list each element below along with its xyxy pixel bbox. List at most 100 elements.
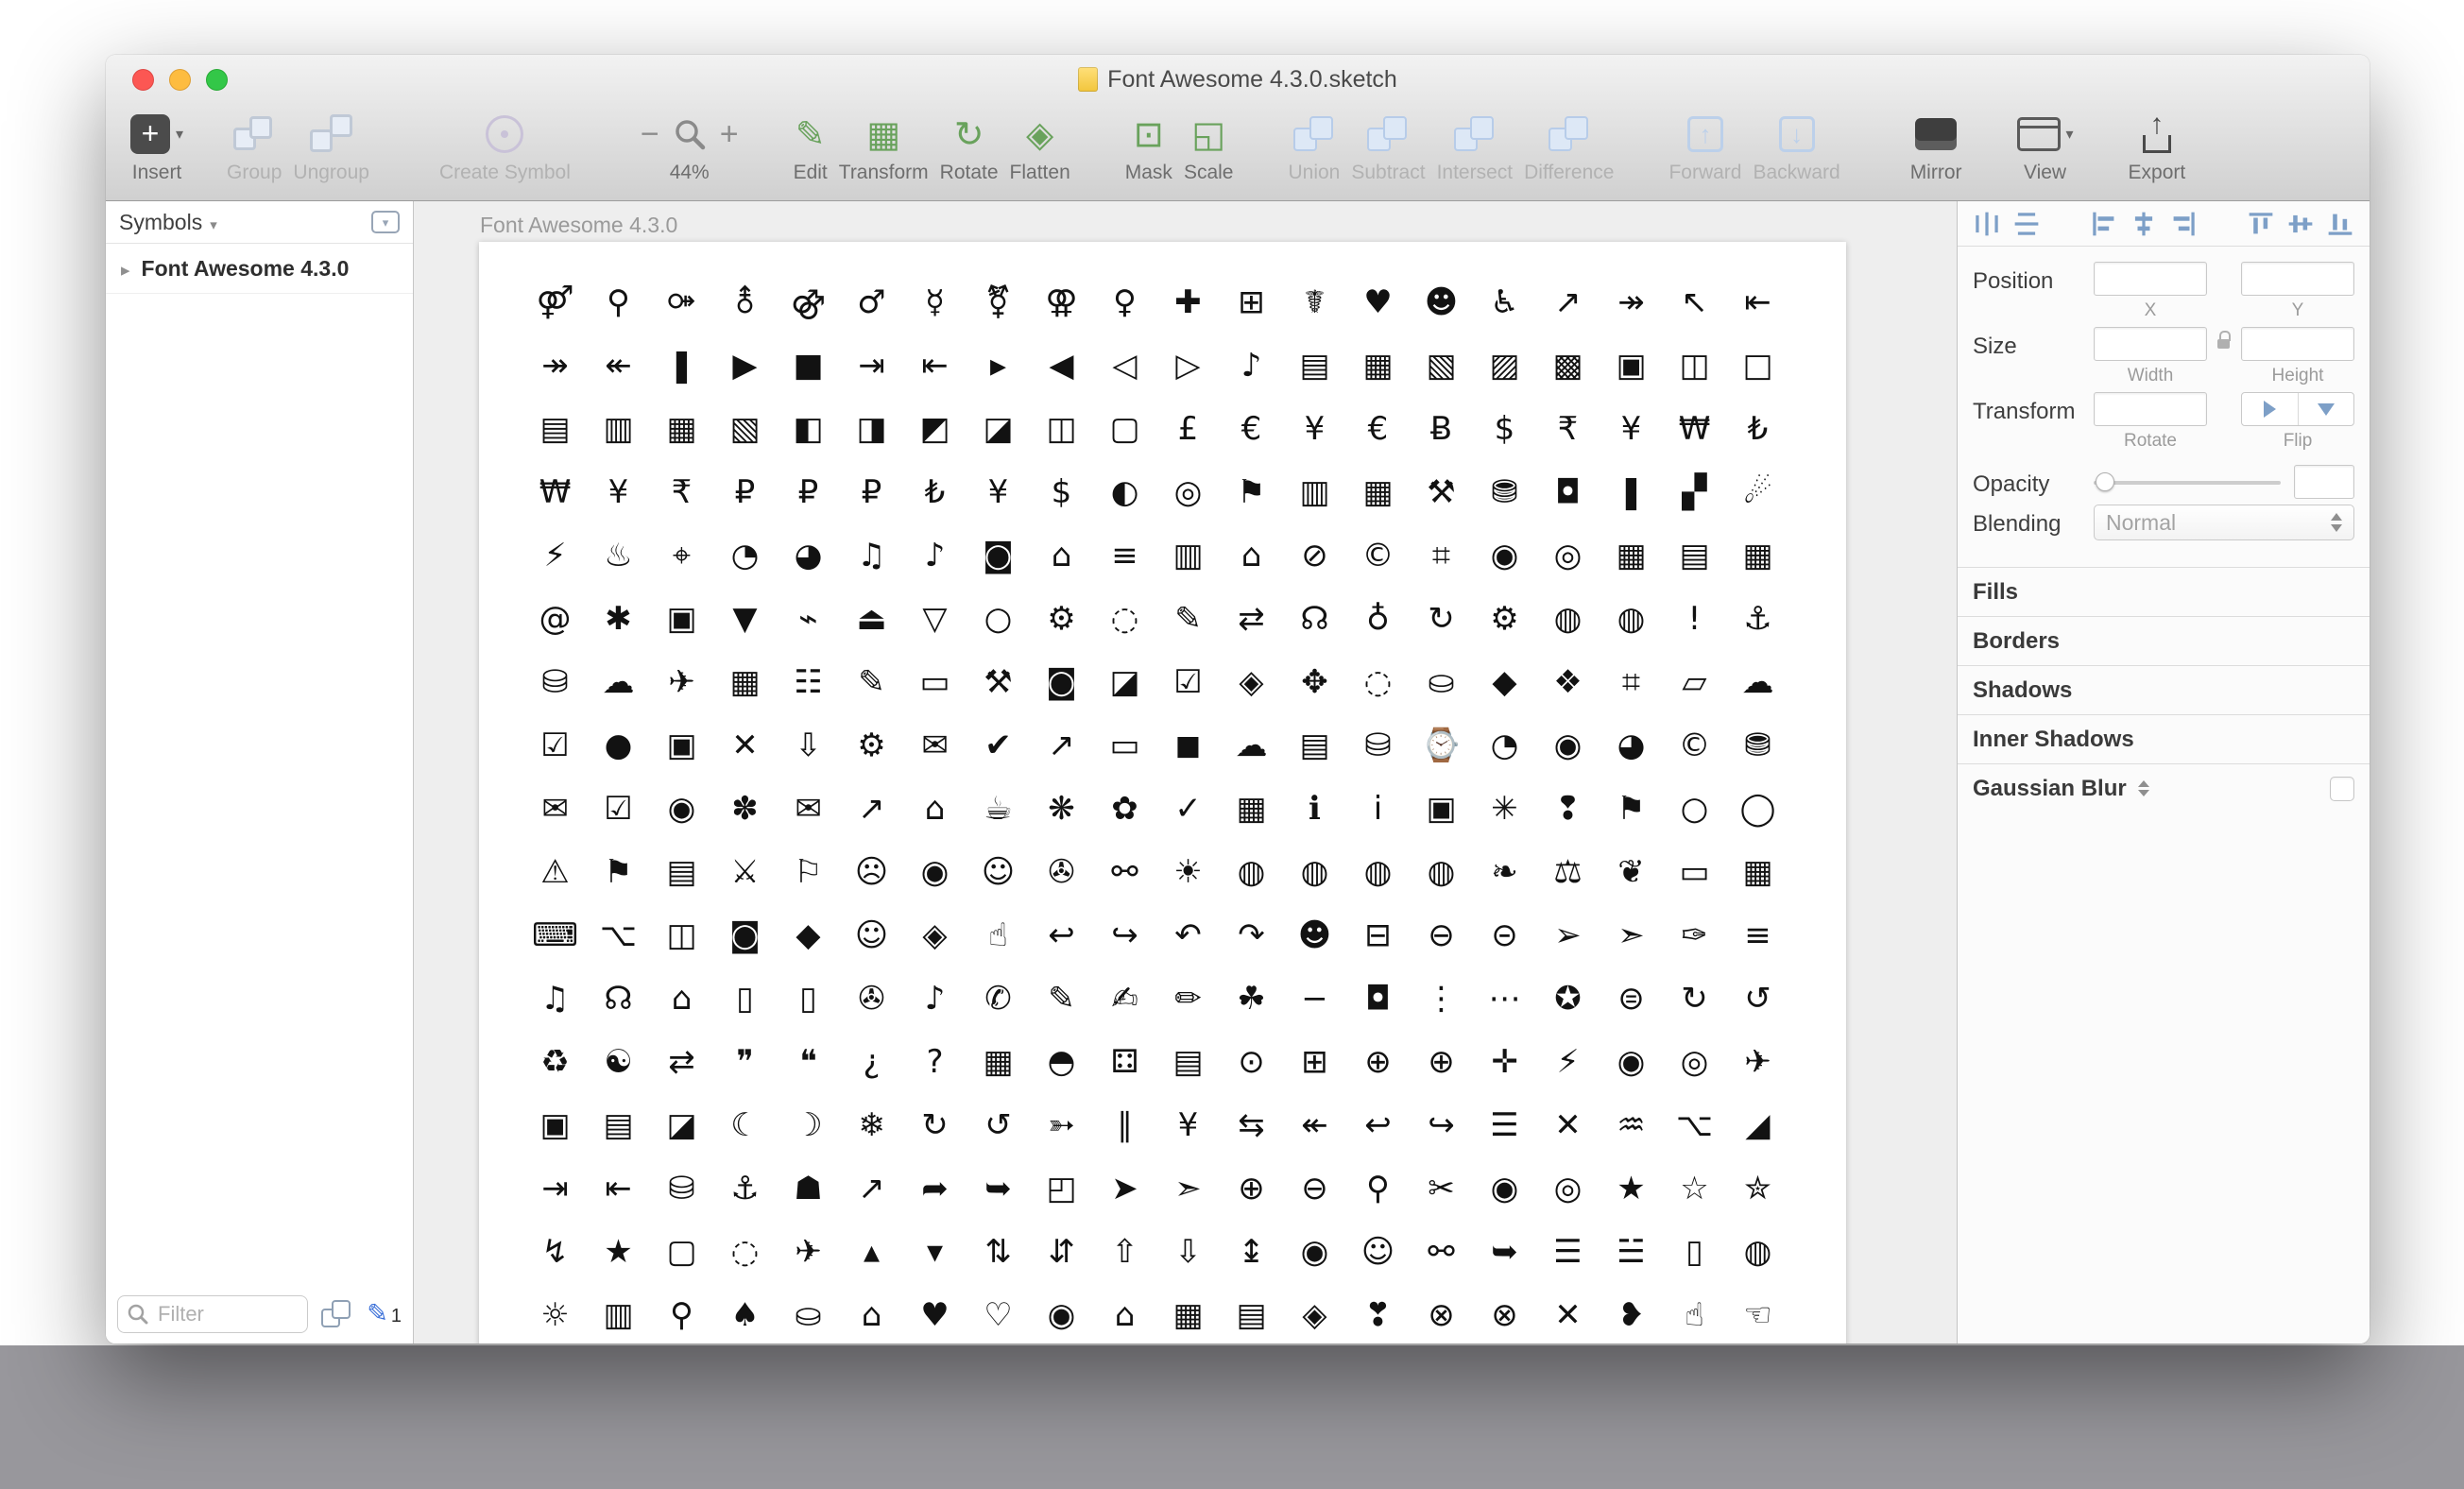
fa-icon[interactable]: ⚃ bbox=[1093, 1030, 1156, 1093]
fa-icon[interactable]: ◓ bbox=[1030, 1030, 1093, 1093]
fa-icon[interactable]: ⚯ bbox=[1410, 1220, 1473, 1283]
fa-icon[interactable]: ▥ bbox=[587, 397, 650, 460]
fa-icon[interactable]: ▣ bbox=[523, 1093, 587, 1156]
fa-icon[interactable]: ↩ bbox=[1346, 1093, 1410, 1156]
fa-icon[interactable]: ✎ bbox=[1030, 967, 1093, 1030]
fa-icon[interactable]: ◔ bbox=[713, 523, 777, 587]
fa-icon[interactable]: ◍ bbox=[1726, 1220, 1789, 1283]
fa-icon[interactable]: ♫ bbox=[523, 967, 587, 1030]
fa-icon[interactable]: ₺ bbox=[1726, 397, 1789, 460]
fa-icon[interactable]: ◪ bbox=[1093, 650, 1156, 713]
fa-icon[interactable]: ⋯ bbox=[1473, 967, 1536, 1030]
fa-icon[interactable]: ◙ bbox=[1030, 650, 1093, 713]
fa-icon[interactable]: ⌂ bbox=[903, 777, 967, 840]
fa-icon[interactable]: ◧ bbox=[777, 397, 840, 460]
lock-icon[interactable] bbox=[2217, 331, 2231, 351]
fa-icon[interactable]: © bbox=[1346, 523, 1410, 587]
fa-icon[interactable]: ⛀ bbox=[1410, 650, 1473, 713]
fa-icon[interactable]: ⚩ bbox=[650, 270, 713, 334]
fa-icon[interactable]: ◎ bbox=[1536, 1156, 1600, 1220]
fa-icon[interactable]: ⇥ bbox=[840, 334, 903, 397]
fa-icon[interactable]: ⌂ bbox=[650, 967, 713, 1030]
fa-icon[interactable]: ⚑ bbox=[1220, 460, 1283, 523]
fa-icon[interactable]: ✱ bbox=[587, 587, 650, 650]
fa-icon[interactable]: ⚣ bbox=[777, 270, 840, 334]
fa-icon[interactable]: ⇵ bbox=[1030, 1220, 1093, 1283]
toolbar-edit[interactable]: Edit bbox=[794, 108, 828, 182]
sidebar-item-font-awesome[interactable]: Font Awesome 4.3.0 bbox=[106, 244, 413, 294]
fa-icon[interactable]: € bbox=[1346, 397, 1410, 460]
fa-icon[interactable]: ☆ bbox=[1663, 1156, 1726, 1220]
fa-icon[interactable]: ☿ bbox=[903, 270, 967, 334]
fa-icon[interactable]: ▦ bbox=[1726, 523, 1789, 587]
minimize-button[interactable] bbox=[169, 69, 191, 91]
fa-icon[interactable]: ◎ bbox=[1156, 460, 1220, 523]
fa-icon[interactable]: ⇄ bbox=[650, 1030, 713, 1093]
fa-icon[interactable]: ☊ bbox=[1283, 587, 1346, 650]
fa-icon[interactable]: ☯ bbox=[587, 1030, 650, 1093]
fa-icon[interactable]: ↻ bbox=[1663, 967, 1726, 1030]
fa-icon[interactable]: ➣ bbox=[1600, 903, 1663, 967]
toolbar-insert[interactable]: Insert bbox=[130, 108, 183, 182]
fa-icon[interactable]: £ bbox=[1156, 397, 1220, 460]
fa-icon[interactable]: ▣ bbox=[650, 713, 713, 777]
fa-icon[interactable]: ✇ bbox=[1030, 840, 1093, 903]
fa-icon[interactable]: ◫ bbox=[650, 903, 713, 967]
section-shadows[interactable]: Shadows bbox=[1958, 665, 2370, 714]
section-fills[interactable]: Fills bbox=[1958, 567, 2370, 616]
fa-icon[interactable]: ☱ bbox=[1600, 1220, 1663, 1283]
fa-icon[interactable]: ▦ bbox=[1346, 334, 1410, 397]
fa-icon[interactable]: ■ bbox=[777, 334, 840, 397]
fa-icon[interactable]: ☼ bbox=[523, 1283, 587, 1344]
fa-icon[interactable]: ⇆ bbox=[1220, 1093, 1283, 1156]
fa-icon[interactable]: ✂ bbox=[1410, 1156, 1473, 1220]
fa-icon[interactable]: ✏ bbox=[1156, 967, 1220, 1030]
fa-icon[interactable]: ↞ bbox=[587, 334, 650, 397]
section-gaussian-blur[interactable]: Gaussian Blur bbox=[1958, 763, 2370, 813]
fa-icon[interactable]: ⚑ bbox=[1600, 777, 1663, 840]
fa-icon[interactable]: ☁ bbox=[1220, 713, 1283, 777]
fa-icon[interactable]: ▤ bbox=[587, 1093, 650, 1156]
fa-icon[interactable]: ⇤ bbox=[1726, 270, 1789, 334]
fa-icon[interactable]: ➢ bbox=[1536, 903, 1600, 967]
fa-icon[interactable]: ▭ bbox=[1663, 840, 1726, 903]
fa-icon[interactable]: ☤ bbox=[1283, 270, 1346, 334]
fa-icon[interactable]: ✈ bbox=[650, 650, 713, 713]
fa-icon[interactable]: ▤ bbox=[1220, 1283, 1283, 1344]
fa-icon[interactable]: ◈ bbox=[1283, 1283, 1346, 1344]
pages-icon[interactable] bbox=[321, 1300, 353, 1328]
fa-icon[interactable]: ☄ bbox=[1726, 460, 1789, 523]
toolbar-backward[interactable]: Backward bbox=[1753, 108, 1840, 182]
fa-icon[interactable]: ♂ bbox=[840, 270, 903, 334]
fa-icon[interactable]: ↞ bbox=[1283, 1093, 1346, 1156]
fa-icon[interactable]: ▨ bbox=[1473, 334, 1536, 397]
fa-icon[interactable]: ▦ bbox=[1726, 840, 1789, 903]
fa-icon[interactable]: ⇧ bbox=[1093, 1220, 1156, 1283]
fa-icon[interactable]: ☝ bbox=[967, 903, 1030, 967]
fa-icon[interactable]: ⊖ bbox=[1283, 1156, 1346, 1220]
fa-icon[interactable]: ▦ bbox=[1600, 523, 1663, 587]
titlebar[interactable]: Font Awesome 4.3.0.sketch bbox=[106, 55, 2370, 104]
fa-icon[interactable]: ♨ bbox=[587, 523, 650, 587]
fa-icon[interactable]: ⊙ bbox=[1220, 1030, 1283, 1093]
fa-icon[interactable]: ❥ bbox=[1600, 1283, 1663, 1344]
fa-icon[interactable]: ℹ bbox=[1283, 777, 1346, 840]
fa-icon[interactable]: ♒ bbox=[1600, 1093, 1663, 1156]
fa-icon[interactable]: ▥ bbox=[1156, 523, 1220, 587]
fa-icon[interactable]: ◘ bbox=[1346, 967, 1410, 1030]
fa-icon[interactable]: ⌖ bbox=[650, 523, 713, 587]
fa-icon[interactable]: ↗ bbox=[840, 777, 903, 840]
fa-icon[interactable]: ⚓ bbox=[1726, 587, 1789, 650]
fa-icon[interactable]: ⌂ bbox=[1220, 523, 1283, 587]
fa-icon[interactable]: ↗ bbox=[840, 1156, 903, 1220]
fa-icon[interactable]: ↻ bbox=[903, 1093, 967, 1156]
fa-icon[interactable]: ↗ bbox=[1536, 270, 1600, 334]
fa-icon[interactable]: ▶ bbox=[713, 334, 777, 397]
fa-icon[interactable]: ▱ bbox=[1663, 650, 1726, 713]
opacity-input[interactable] bbox=[2294, 465, 2354, 499]
fa-icon[interactable]: ◍ bbox=[1536, 587, 1600, 650]
fa-icon[interactable]: ⊕ bbox=[1410, 1030, 1473, 1093]
zoom-window-button[interactable] bbox=[206, 69, 228, 91]
fa-icon[interactable]: ◈ bbox=[903, 903, 967, 967]
fa-icon[interactable]: ⚔ bbox=[713, 840, 777, 903]
